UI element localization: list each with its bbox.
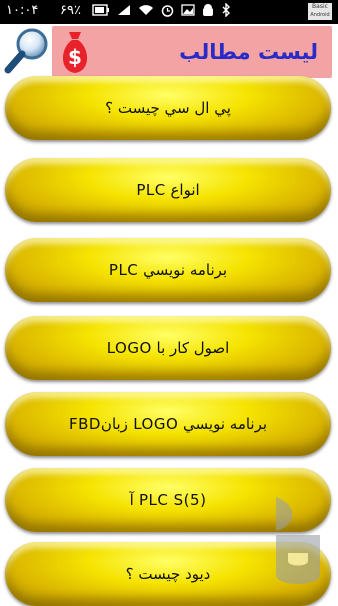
list-item[interactable]: پي ال سي چيست ؟: [5, 76, 331, 140]
list-item-label: انواع PLC: [136, 181, 200, 199]
badge-line1: Basic: [312, 3, 328, 10]
badge-line2: Android: [310, 12, 330, 18]
money-bag-icon: $: [58, 26, 92, 78]
magnifier-icon: [4, 28, 48, 74]
title-bar: $ لیست مطالب: [52, 26, 332, 78]
list-item[interactable]: انواع PLC: [5, 158, 331, 222]
battery-percent: ۶۹٪: [60, 3, 81, 18]
status-icons: [92, 2, 231, 21]
app-header: $ لیست مطالب: [0, 24, 338, 82]
list-item[interactable]: برنامه نويسي LOGO زبانFBD: [5, 392, 331, 456]
list-item-label: اصول کار با LOGO: [106, 339, 230, 357]
list-item-label: پي ال سي چيست ؟: [105, 99, 231, 117]
clock: ۱۰:۰۴: [6, 3, 39, 18]
status-bar: ۱۰:۰۴ ۶۹٪ Basic Android: [0, 0, 338, 24]
battery-icon: [92, 4, 110, 20]
list-item[interactable]: اصول کار با LOGO: [5, 316, 331, 380]
page-title: لیست مطالب: [179, 40, 318, 64]
basic-android-badge: Basic Android: [308, 3, 332, 20]
bluetooth-icon: [221, 2, 231, 21]
list-item-label: برنامه نويسي LOGO زبانFBD: [68, 415, 268, 433]
android-icon: [202, 3, 214, 21]
search-button[interactable]: [2, 26, 52, 78]
signal-icon: [117, 4, 131, 20]
list-item-label: برنامه نويسي PLC: [108, 261, 228, 279]
alarm-icon: [161, 4, 174, 21]
svg-text:$: $: [68, 45, 82, 69]
bazaar-logo-icon: [276, 497, 320, 584]
wifi-icon: [138, 4, 154, 20]
image-icon: [181, 4, 195, 20]
list-item[interactable]: برنامه نويسي PLC: [5, 238, 331, 302]
